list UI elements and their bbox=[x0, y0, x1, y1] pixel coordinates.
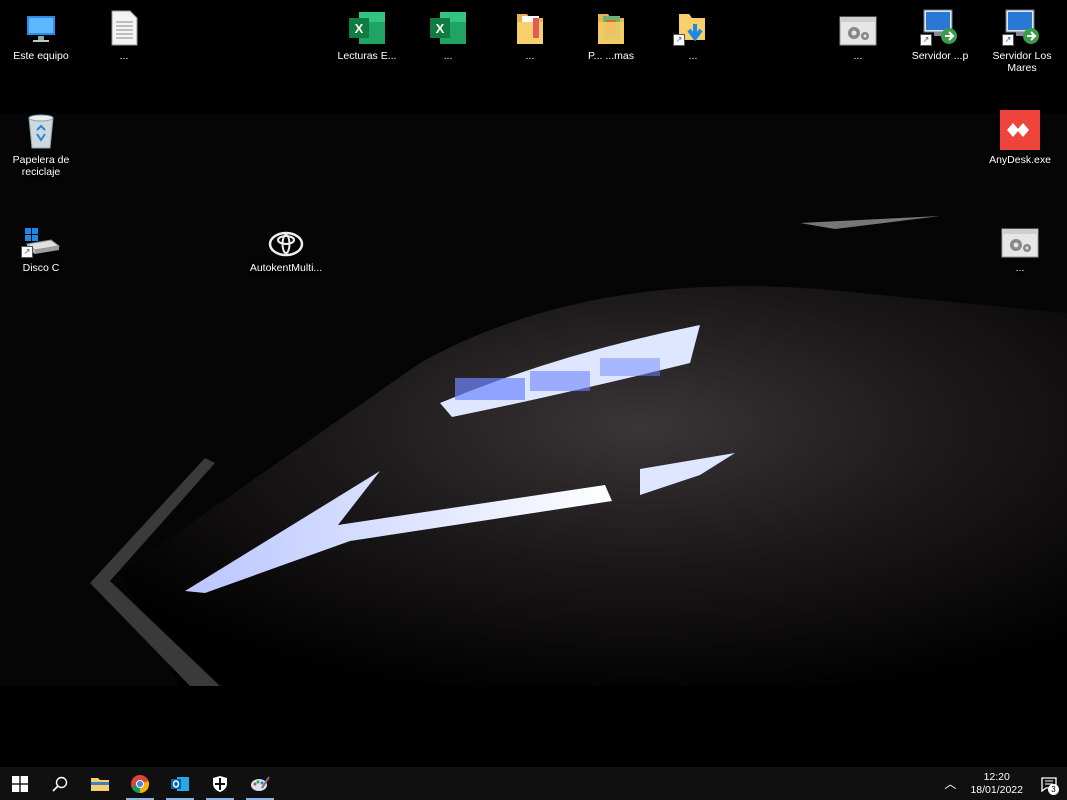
anydesk-icon[interactable]: AnyDesk.exe bbox=[982, 110, 1058, 166]
paint-palette-icon bbox=[251, 775, 270, 791]
system-tray: ︿ 12:20 18/01/2022 3 bbox=[938, 767, 1067, 800]
desktop: Este equipo ... X Lecturas E... X ... ..… bbox=[0, 0, 1067, 767]
chrome-button[interactable] bbox=[120, 767, 160, 800]
toyota-app-icon[interactable]: AutokentMulti... bbox=[248, 218, 324, 274]
computer-icon bbox=[19, 6, 63, 46]
settings-window-icon bbox=[836, 6, 880, 46]
disco-c-icon[interactable]: ↗ Disco C bbox=[3, 218, 79, 274]
icon-label: Servidor ...p bbox=[911, 50, 969, 62]
svg-text:X: X bbox=[355, 21, 364, 36]
search-button[interactable] bbox=[40, 767, 80, 800]
excel-icon: X bbox=[426, 6, 470, 46]
clock-date: 18/01/2022 bbox=[970, 783, 1023, 796]
anydesk-logo-icon bbox=[998, 110, 1042, 150]
show-hidden-icons-button[interactable]: ︿ bbox=[938, 775, 962, 792]
app-settings-2-icon[interactable]: ... bbox=[982, 218, 1058, 274]
icon-label: ... bbox=[688, 50, 698, 62]
chrome-icon bbox=[131, 774, 150, 793]
excel-icon: X bbox=[345, 6, 389, 46]
file-explorer-button[interactable] bbox=[80, 767, 120, 800]
icon-label: Papelera de reciclaje bbox=[12, 154, 70, 178]
security-button[interactable] bbox=[200, 767, 240, 800]
shortcut-arrow-icon: ↗ bbox=[1002, 34, 1014, 46]
icon-label: P... ...mas bbox=[588, 50, 634, 62]
icon-label: AnyDesk.exe bbox=[989, 154, 1051, 166]
folder-icon bbox=[589, 6, 633, 46]
folder-icon bbox=[91, 777, 109, 791]
folder-1-icon[interactable]: ... bbox=[492, 6, 568, 62]
windows-logo-icon bbox=[12, 775, 28, 792]
icon-label: Lecturas E... bbox=[337, 50, 397, 62]
taskbar: ︿ 12:20 18/01/2022 3 bbox=[0, 767, 1067, 800]
shortcut-arrow-icon: ↗ bbox=[21, 246, 33, 258]
icon-label: ... bbox=[853, 50, 863, 62]
notification-count-badge: 3 bbox=[1048, 784, 1059, 795]
action-center-button[interactable]: 3 bbox=[1031, 767, 1067, 800]
icon-label: Disco C bbox=[22, 262, 60, 274]
svg-text:X: X bbox=[436, 21, 445, 36]
start-button[interactable] bbox=[0, 767, 40, 800]
shortcut-arrow-icon: ↗ bbox=[673, 34, 685, 46]
icon-label: Este equipo bbox=[13, 50, 69, 62]
icon-label: ... bbox=[119, 50, 129, 62]
download-folder-icon[interactable]: ↗ ... bbox=[655, 6, 731, 62]
document-file-icon[interactable]: ... bbox=[86, 6, 162, 62]
text-document-icon bbox=[102, 6, 146, 46]
recycle-bin-icon[interactable]: Papelera de reciclaje bbox=[3, 110, 79, 178]
remote-desktop-2-icon[interactable]: ↗ Servidor Los Mares bbox=[984, 6, 1060, 74]
icon-label: ... bbox=[525, 50, 535, 62]
folder-2-icon[interactable]: P... ...mas bbox=[573, 6, 649, 62]
excel-file-1-icon[interactable]: X Lecturas E... bbox=[329, 6, 405, 62]
recycle-bin-image-icon bbox=[19, 110, 63, 150]
toyota-logo-icon bbox=[264, 218, 308, 258]
remote-desktop-1-icon[interactable]: ↗ Servidor ...p bbox=[902, 6, 978, 62]
wallpaper-image bbox=[0, 113, 1067, 686]
icon-label: AutokentMulti... bbox=[249, 262, 323, 274]
este-equipo-icon[interactable]: Este equipo bbox=[3, 6, 79, 62]
drive-icon: ↗ bbox=[19, 218, 63, 258]
outlook-icon bbox=[171, 776, 189, 791]
icon-label: Servidor Los Mares bbox=[992, 50, 1052, 74]
excel-file-2-icon[interactable]: X ... bbox=[410, 6, 486, 62]
settings-window-icon bbox=[998, 218, 1042, 258]
shield-icon bbox=[213, 775, 227, 792]
search-icon bbox=[52, 776, 68, 792]
app-settings-1-icon[interactable]: ... bbox=[820, 6, 896, 62]
icon-label: ... bbox=[443, 50, 453, 62]
icon-label: ... bbox=[1015, 262, 1025, 274]
remote-desktop-icon: ↗ bbox=[918, 6, 962, 46]
folder-download-icon: ↗ bbox=[671, 6, 715, 46]
clock-time: 12:20 bbox=[983, 770, 1010, 783]
shortcut-arrow-icon: ↗ bbox=[920, 34, 932, 46]
clock[interactable]: 12:20 18/01/2022 bbox=[962, 771, 1031, 797]
remote-desktop-icon: ↗ bbox=[1000, 6, 1044, 46]
folder-icon bbox=[508, 6, 552, 46]
outlook-button[interactable] bbox=[160, 767, 200, 800]
paint-button[interactable] bbox=[240, 767, 280, 800]
